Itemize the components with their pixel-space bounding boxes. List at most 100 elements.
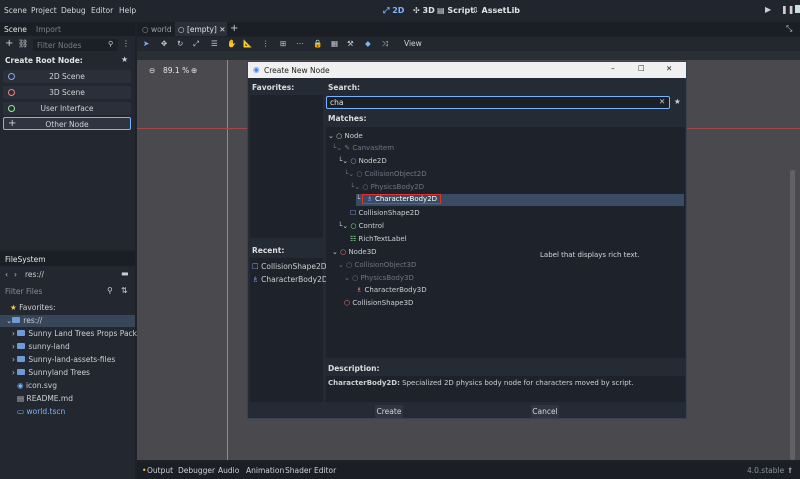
forward-icon[interactable]: › [14, 270, 17, 279]
cancel-button[interactable]: Cancel [531, 405, 559, 418]
create-button[interactable]: Create [375, 405, 403, 418]
lock-icon[interactable]: 🔒 [313, 39, 322, 48]
tree-item-collisionshape2d[interactable]: ☐ CollisionShape2D [350, 208, 420, 219]
menu-editor[interactable]: Editor [91, 6, 113, 15]
favorites-item[interactable]: ★ Favorites: [0, 302, 135, 314]
favorites-list[interactable] [250, 95, 323, 238]
filter-nodes-input[interactable]: Filter Nodes ⚲ [33, 39, 118, 51]
tree-item-physicsbody2d[interactable]: └⌄ ○ PhysicsBody2D [350, 182, 424, 193]
list-tool-icon[interactable]: ☰ [211, 39, 218, 48]
node-icon: ○ [336, 132, 343, 140]
workspace-assetlib[interactable]: ⇩ AssetLib [472, 6, 520, 15]
play-icon[interactable]: ▶ [765, 5, 771, 14]
recent-item[interactable]: ☐ CollisionShape2D [252, 262, 327, 271]
tab-debugger[interactable]: Debugger [178, 466, 215, 475]
folder-item[interactable]: › Sunny Land Trees Props Pack [0, 328, 137, 340]
file-item[interactable]: ◉ icon.svg [0, 380, 135, 392]
file-item[interactable]: ▤ README.md [0, 393, 135, 405]
clear-icon[interactable]: ✕ [659, 97, 665, 106]
tree-item-collisionobject3d[interactable]: ⌄ ○ CollisionObject3D [338, 260, 416, 271]
star-icon: ★ [10, 303, 17, 312]
distraction-free-icon[interactable]: ⤡ [786, 24, 792, 34]
physics-body-icon: ○ [352, 274, 359, 282]
view-menu[interactable]: View [404, 39, 422, 48]
zoom-view-icon[interactable]: ⤨ [382, 39, 388, 49]
snap-icon[interactable]: ⋮ [262, 39, 270, 48]
search-input[interactable]: cha ✕ [326, 96, 670, 109]
add-tab-icon[interactable]: + [230, 23, 238, 34]
menu-debug[interactable]: Debug [61, 6, 86, 15]
menu-scene[interactable]: Scene [4, 6, 27, 15]
zoom-level[interactable]: 89.1 % [163, 66, 189, 75]
filter-files-input[interactable]: Filter Files [5, 287, 42, 296]
sort-icon[interactable]: ⇅ [121, 286, 128, 295]
folder-item[interactable]: › sunny-land [0, 341, 135, 353]
description-text: CharacterBody2D: Specialized 2D physics … [328, 379, 634, 387]
menu-project[interactable]: Project [31, 6, 57, 15]
minimize-icon[interactable]: – [611, 64, 615, 73]
scale-tool-icon[interactable]: ⤢ [193, 39, 199, 49]
folder-item[interactable]: › Sunny-land-assets-files [0, 354, 135, 366]
tree-item-canvasitem[interactable]: └⌄ ✎ CanvasItem [332, 143, 394, 154]
tree-item-collisionshape3d[interactable]: ⬡ CollisionShape3D [344, 298, 413, 309]
workspace-2d[interactable]: ⤢ 2D [383, 6, 404, 16]
root-user-interface-button[interactable]: User Interface [3, 102, 131, 115]
anchor-icon[interactable]: ◆ [365, 39, 371, 48]
file-item[interactable]: ▭ world.tscn [0, 406, 135, 418]
link-icon[interactable]: ⛓ [18, 39, 28, 48]
path-field[interactable]: res:// [25, 270, 44, 279]
stop-icon[interactable] [795, 5, 800, 13]
create-new-node-dialog: ◉ Create New Node – ☐ ✕ Favorites: Recen… [247, 61, 687, 419]
recent-item[interactable]: ♗ CharacterBody2D [252, 275, 328, 284]
tree-item-collisionobject2d[interactable]: └⌄ ○ CollisionObject2D [344, 169, 427, 180]
tree-item-characterbody3d[interactable]: ♗ CharacterBody3D [356, 285, 427, 296]
zoom-in-icon[interactable]: ⊕ [191, 66, 197, 75]
add-node-icon[interactable]: + [5, 38, 13, 49]
workspace-script[interactable]: ▤ Script [437, 6, 474, 15]
rotate-tool-icon[interactable]: ↻ [177, 39, 183, 48]
smart-snap-icon[interactable]: ⋯ [296, 39, 304, 48]
tree-item-node3d[interactable]: ⌄ ○ Node3D [332, 247, 377, 258]
tab-empty[interactable]: ○ [empty] ✕ [178, 25, 226, 34]
pause-icon[interactable]: ❚❚ [781, 5, 794, 14]
group-icon[interactable]: ▦ [331, 39, 338, 48]
zoom-out-icon[interactable]: ⊖ [149, 66, 155, 75]
layout-icon[interactable]: ▬ [121, 269, 129, 278]
pan-tool-icon[interactable]: ✋ [227, 39, 236, 48]
menu-dots-icon[interactable]: ⋮ [122, 39, 130, 48]
tree-item-physicsbody3d[interactable]: ⌄ ○ PhysicsBody3D [344, 273, 414, 284]
folder-item[interactable]: › Sunnyland Trees [0, 367, 135, 379]
tab-animation[interactable]: Animation [246, 466, 284, 475]
close-icon[interactable]: ✕ [219, 25, 225, 34]
tab-shader-editor[interactable]: Shader Editor [285, 466, 336, 475]
tree-item-richtextlabel[interactable]: ☷ RichTextLabel [350, 234, 407, 245]
pin-icon[interactable]: ⇑ [787, 466, 793, 475]
tab-world[interactable]: ○ world [142, 25, 172, 34]
move-tool-icon[interactable]: ✥ [161, 39, 167, 48]
tab-output[interactable]: Output [147, 466, 173, 475]
node-icon: ○ [142, 25, 149, 34]
favorite-star-icon[interactable]: ★ [674, 97, 681, 106]
res-root-item[interactable]: ⌄ res:// [0, 315, 135, 327]
tree-item-node[interactable]: ⌄ ○ Node [328, 131, 363, 142]
grid-snap-icon[interactable]: ⊞ [280, 39, 286, 48]
viewport-scrollbar[interactable] [790, 170, 795, 460]
root-2d-scene-button[interactable]: 2D Scene [3, 70, 131, 83]
tab-import[interactable]: Import [36, 25, 61, 34]
menu-help[interactable]: Help [119, 6, 136, 15]
root-other-node-button[interactable]: + Other Node [3, 117, 131, 130]
maximize-icon[interactable]: ☐ [638, 64, 645, 73]
tree-item-node2d[interactable]: └⌄ ○ Node2D [338, 156, 387, 167]
tree-item-characterbody2d[interactable]: └ ♗ CharacterBody2D [356, 194, 442, 205]
star-icon[interactable]: ★ [121, 55, 128, 64]
select-tool-icon[interactable]: ➤ [143, 39, 149, 48]
root-3d-scene-button[interactable]: 3D Scene [3, 86, 131, 99]
close-icon[interactable]: ✕ [666, 64, 672, 73]
tree-item-control[interactable]: └⌄ ○ Control [338, 221, 384, 232]
tab-audio[interactable]: Audio [218, 466, 239, 475]
workspace-3d[interactable]: ✣ 3D [413, 6, 435, 15]
ruler-tool-icon[interactable]: 📐 [243, 39, 252, 48]
back-icon[interactable]: ‹ [5, 270, 8, 279]
skeleton-icon[interactable]: ⚒ [347, 39, 354, 48]
tab-scene[interactable]: Scene [4, 25, 27, 34]
